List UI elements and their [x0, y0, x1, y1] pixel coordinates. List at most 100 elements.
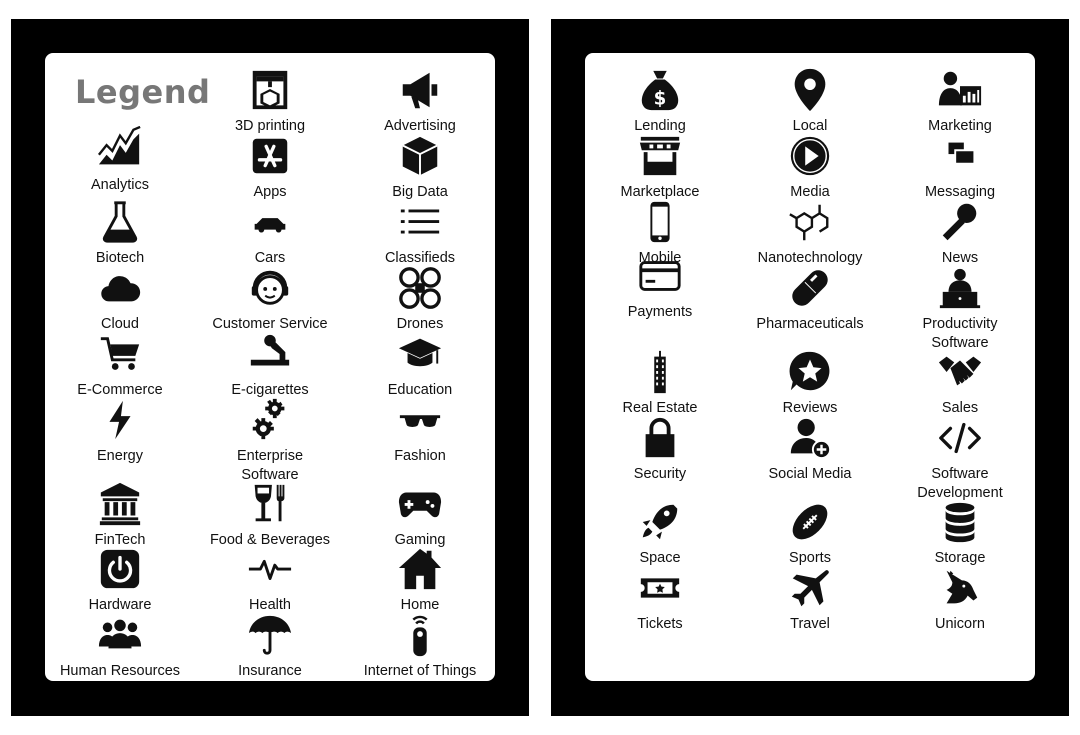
- legend-item-payments: Payments: [585, 253, 735, 322]
- sunglasses-icon: [399, 415, 441, 427]
- legend-item-hardware: Hardware: [45, 546, 195, 615]
- 3d-printer-icon: [252, 70, 288, 110]
- legend-item-travel: Travel: [735, 565, 885, 634]
- megaphone-icon: [402, 72, 438, 109]
- play-button-icon: [790, 136, 830, 176]
- drone-icon: [399, 267, 441, 309]
- legend-item-fashion: Fashion: [345, 397, 495, 466]
- headset-agent-icon: [251, 270, 289, 305]
- power-button-icon: [100, 549, 140, 589]
- gamepad-icon: [398, 492, 442, 518]
- legend-item-analytics: Analytics: [45, 126, 195, 195]
- legend-item-e-cigarettes: E-cigarettes: [195, 331, 345, 400]
- people-group-icon: [98, 619, 142, 649]
- handshake-icon: [938, 356, 982, 386]
- legend-item-big-data: Big Data: [345, 133, 495, 202]
- legend-item-biotech: Biotech: [45, 199, 195, 268]
- legend-item-3d-printing: 3D printing: [195, 67, 345, 136]
- cube-icon: [402, 136, 438, 176]
- legend-item-food-beverages: Food & Beverages: [195, 481, 345, 550]
- legend-item-internet-of-things: Internet of Things: [345, 612, 495, 681]
- molecule-icon: [789, 204, 829, 241]
- legend-item-label: Unicorn: [935, 616, 985, 632]
- legend-item-marketplace: Marketplace: [585, 133, 735, 202]
- legend-item-lending: $ Lending: [585, 67, 735, 136]
- legend-item-media: Media: [735, 133, 885, 202]
- legend-item-label: Enterprise Software: [236, 448, 304, 483]
- legend-item-security: Security: [585, 415, 735, 484]
- analytics-chart-icon: [97, 126, 141, 165]
- legend-item-e-commerce: E-Commerce: [45, 331, 195, 400]
- add-user-icon: [790, 418, 832, 460]
- flask-icon: [102, 201, 138, 243]
- database-icon: [945, 502, 975, 543]
- svg-text:$: $: [654, 88, 667, 109]
- legend-item-label: Pharmaceuticals: [756, 316, 864, 332]
- football-icon: [792, 504, 828, 540]
- legend-item-classifieds: Classifieds: [345, 199, 495, 268]
- legend-item-fintech: FinTech: [45, 481, 195, 550]
- legend-item-label: Travel: [790, 616, 830, 632]
- airplane-icon: [791, 570, 829, 607]
- legend-item-productivity-software: Productivity Software: [885, 265, 1035, 353]
- legend-item-pharmaceuticals: Pharmaceuticals: [735, 265, 885, 334]
- chat-bubbles-icon: [948, 142, 974, 163]
- map-pin-icon: [794, 68, 826, 112]
- rocket-icon: [642, 504, 678, 540]
- legend-item-customer-service: Customer Service: [195, 265, 345, 334]
- list-icon: [400, 209, 440, 234]
- right-panel-frame: $ Lending Local Marketing Marketplace Me…: [551, 19, 1069, 716]
- legend-item-news: News: [885, 199, 1035, 268]
- legend-item-local: Local: [735, 67, 885, 136]
- microphone-icon: [942, 203, 977, 241]
- legend-item-label: Security: [633, 466, 687, 482]
- ticket-icon: [640, 578, 680, 598]
- legend-item-insurance: Insurance: [195, 612, 345, 681]
- legend-item-reviews: Reviews: [735, 349, 885, 418]
- legend-item-label: Analytics: [90, 177, 150, 193]
- legend-item-unicorn: Unicorn: [885, 565, 1035, 634]
- legend-item-sales: Sales: [885, 349, 1035, 418]
- money-bag-icon: $: [641, 70, 679, 111]
- legend-item-tickets: Tickets: [585, 565, 735, 634]
- heartbeat-icon: [248, 559, 292, 581]
- legend-item-label: Productivity Software: [922, 316, 998, 351]
- car-icon: [254, 218, 286, 233]
- legend-item-label: Software Development: [917, 466, 1003, 501]
- legend-item-advertising: Advertising: [345, 67, 495, 136]
- skyscraper-icon: [654, 350, 666, 394]
- legend-item-space: Space: [585, 499, 735, 568]
- legend-item-home: Home: [345, 546, 495, 615]
- legend-item-label: Payments: [627, 304, 693, 320]
- gears-icon: [252, 398, 285, 440]
- umbrella-icon: [248, 615, 292, 655]
- cloud-icon: [101, 276, 141, 302]
- legend-item-social-media: Social Media: [735, 415, 885, 484]
- pill-capsule-icon: [792, 270, 828, 306]
- code-brackets-icon: [939, 422, 981, 454]
- glass-fork-icon: [254, 484, 285, 522]
- unicorn-icon: [946, 570, 978, 604]
- legend-item-cars: Cars: [195, 199, 345, 268]
- legend-title: Legend: [75, 73, 211, 111]
- house-icon: [398, 548, 442, 590]
- legend-item-label: Energy: [97, 448, 143, 464]
- legend-item-label: Tickets: [637, 616, 683, 632]
- star-bubble-icon: [789, 351, 830, 391]
- graduation-cap-icon: [398, 338, 442, 367]
- app-store-icon: [252, 138, 288, 174]
- lightning-bolt-icon: [109, 400, 131, 440]
- legend-item-real-estate: Real Estate: [585, 349, 735, 418]
- remote-wifi-icon: [412, 615, 428, 657]
- market-stall-icon: [639, 136, 681, 176]
- legend-item-software-development: Software Development: [885, 415, 1035, 503]
- legend-item-label: Social Media: [768, 466, 852, 482]
- legend-item-label: Insurance: [238, 663, 302, 679]
- e-cigarette-icon: [250, 334, 290, 366]
- legend-item-nanotechnology: Nanotechnology: [735, 199, 885, 268]
- legend-item-education: Education: [345, 331, 495, 400]
- legend-item-human-resources: Human Resources: [45, 612, 195, 681]
- bank-building-icon: [99, 482, 141, 526]
- legend-item-energy: Energy: [45, 397, 195, 466]
- legend-item-enterprise-software: Enterprise Software: [195, 397, 345, 485]
